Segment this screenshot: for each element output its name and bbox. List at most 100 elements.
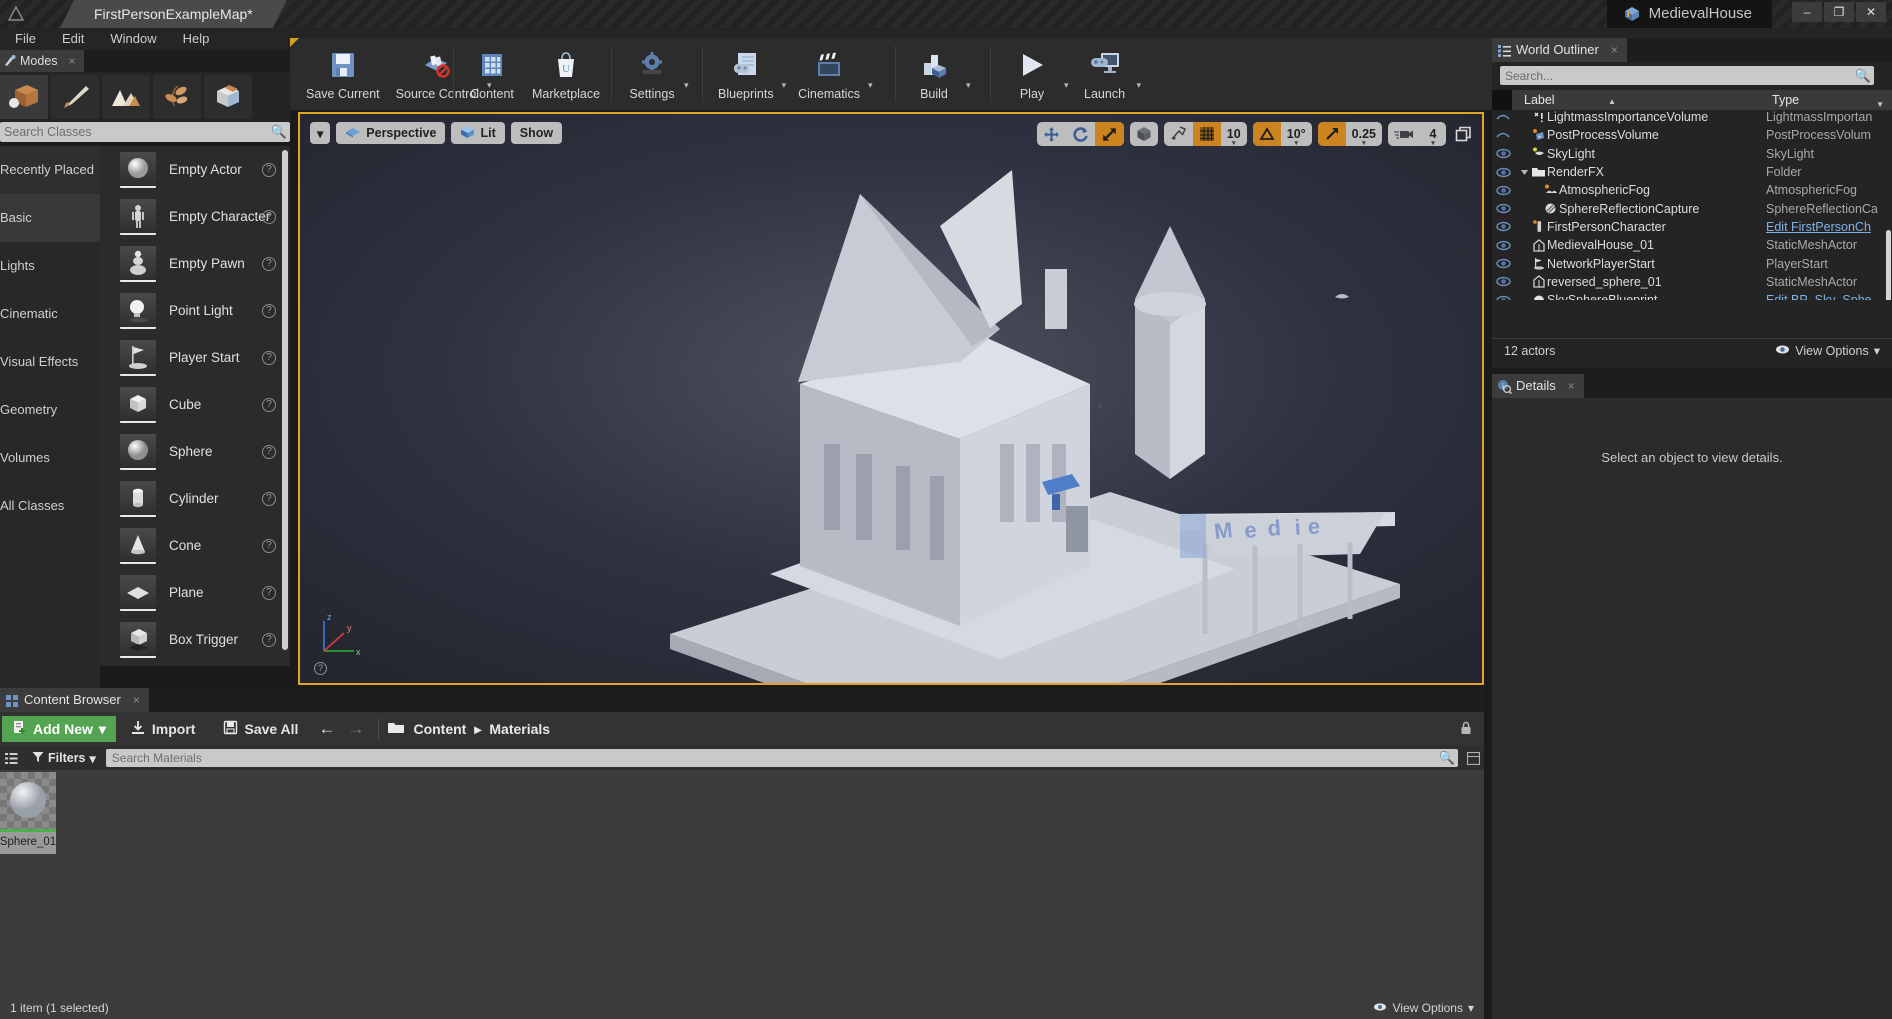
rotate-mode-button[interactable] [1066,122,1095,146]
outliner-scrollbar[interactable] [1886,230,1891,300]
search-classes-input[interactable] [0,125,268,139]
outliner-row-type-link[interactable]: Edit FirstPersonCh [1766,220,1892,234]
outliner-search-input[interactable] [1500,68,1852,83]
table-row[interactable]: SkyLight SkyLight [1492,145,1892,163]
visibility-toggle-icon[interactable] [1492,276,1514,287]
project-tab[interactable]: MedievalHouse [1606,0,1772,28]
visibility-toggle-icon[interactable] [1492,295,1514,300]
viewport-options-button[interactable]: ▾ [310,122,331,144]
category-cinematic[interactable]: Cinematic [0,290,100,338]
menu-help[interactable]: Help [170,28,223,50]
help-icon[interactable]: ? [262,632,276,647]
visibility-toggle-icon[interactable] [1492,167,1514,178]
visibility-toggle-icon[interactable] [1492,203,1514,214]
list-item[interactable]: Cone ? [100,522,290,569]
list-item[interactable]: Empty Pawn ? [100,240,290,287]
help-icon[interactable]: ? [262,585,276,600]
category-recently-placed[interactable]: Recently Placed [0,146,100,194]
content-browser-search-input[interactable] [105,751,1436,765]
menu-edit[interactable]: Edit [49,28,97,50]
tab-content-browser-close-icon[interactable]: × [133,688,140,712]
rotation-snap-value[interactable]: 10° ▾ [1281,122,1312,146]
help-icon[interactable]: ? [262,444,276,459]
visibility-toggle-icon[interactable] [1492,131,1514,140]
launch-button[interactable]: Launch [1073,42,1137,106]
list-item[interactable]: Empty Character ? [100,193,290,240]
settings-button[interactable]: Settings [620,42,684,106]
list-item[interactable]: Cube ? [100,381,290,428]
close-button[interactable]: ✕ [1856,2,1886,22]
help-icon[interactable]: ? [262,162,276,177]
breadcrumb-item-content[interactable]: Content [413,721,466,737]
settings-dropdown-icon[interactable]: ▾ [684,80,689,91]
help-icon[interactable]: ? [262,538,276,553]
scale-snap-toggle[interactable] [1317,122,1346,146]
visibility-toggle-icon[interactable] [1492,258,1514,269]
world-coordinate-button[interactable] [1130,122,1158,146]
play-dropdown-icon[interactable]: ▾ [1064,80,1069,91]
back-button[interactable]: ← [312,719,341,739]
help-icon[interactable]: ? [262,350,276,365]
tab-modes-close-icon[interactable]: × [69,50,76,72]
viewport-help-icon[interactable]: ? [314,662,327,675]
content-browser-view-options-button[interactable]: View Options ▾ [1373,1001,1474,1015]
sources-panel-toggle-icon[interactable] [0,752,22,765]
menu-window[interactable]: Window [97,28,169,50]
translate-mode-button[interactable] [1037,122,1066,146]
category-geometry[interactable]: Geometry [0,386,100,434]
content-browser-search-box[interactable]: 🔍 [105,749,1458,767]
mode-landscape-button[interactable] [102,75,150,119]
content-button[interactable]: Content [460,42,524,106]
help-icon[interactable]: ? [262,209,276,224]
help-icon[interactable]: ? [262,303,276,318]
filters-button[interactable]: Filters ▾ [22,751,106,766]
minimize-button[interactable]: – [1792,2,1822,22]
table-row[interactable]: NetworkPlayerStart PlayerStart [1492,254,1892,272]
outliner-row-list[interactable]: LightmassImportanceVolume LightmassImpor… [1492,108,1892,300]
list-item[interactable]: Player Start ? [100,334,290,381]
category-all-classes[interactable]: All Classes [0,482,100,530]
tab-details-close-icon[interactable]: × [1568,374,1575,398]
category-volumes[interactable]: Volumes [0,434,100,482]
list-item[interactable]: Cylinder ? [100,475,290,522]
mode-foliage-button[interactable] [153,75,201,119]
launch-dropdown-icon[interactable]: ▾ [1137,80,1142,91]
blueprints-button[interactable]: Blueprints [710,42,782,106]
asset-view-options-icon[interactable] [1462,751,1484,765]
tab-modes[interactable]: Modes × [0,50,84,72]
build-button[interactable]: Build [902,42,966,106]
mode-geometry-button[interactable] [204,75,252,119]
list-item[interactable]: Plane ? [100,569,290,616]
category-lights[interactable]: Lights [0,242,100,290]
tab-content-browser[interactable]: Content Browser × [0,688,149,712]
lock-content-browser-icon[interactable] [1458,720,1474,739]
visibility-toggle-icon[interactable] [1492,148,1514,159]
help-icon[interactable]: ? [262,491,276,506]
category-visual-effects[interactable]: Visual Effects [0,338,100,386]
table-row[interactable]: FirstPersonCharacter Edit FirstPersonCh [1492,218,1892,236]
maximize-button[interactable]: ❐ [1824,2,1854,22]
table-row[interactable]: SkySphereBlueprint Edit BP_Sky_Sphe [1492,291,1892,300]
table-row[interactable]: AtmosphericFog AtmosphericFog [1492,181,1892,199]
marketplace-button[interactable]: U Marketplace [524,42,608,106]
mode-paint-button[interactable] [51,75,99,119]
surface-snap-button[interactable] [1164,122,1193,146]
viewport-perspective-button[interactable]: Perspective [336,122,446,144]
outliner-type-column-header[interactable]: Type ▼ [1766,90,1892,110]
tab-world-outliner-close-icon[interactable]: × [1611,38,1618,62]
table-row[interactable]: MedievalHouse_01 StaticMeshActor [1492,236,1892,254]
level-viewport[interactable]: M e d i e ▾ Perspective Lit Show 10 ▾ 10… [298,112,1484,685]
placement-item-list[interactable]: Empty Actor ? Empty Character ? Empty Pa… [100,146,290,666]
import-button[interactable]: Import [116,720,210,739]
list-item[interactable]: Empty Actor ? [100,146,290,193]
tab-details[interactable]: i Details × [1492,374,1584,398]
table-row[interactable]: SphereReflectionCapture SphereReflection… [1492,199,1892,217]
list-item[interactable]: Point Light ? [100,287,290,334]
expander-icon[interactable] [1518,168,1530,177]
visibility-toggle-icon[interactable] [1492,113,1514,122]
build-dropdown-icon[interactable]: ▾ [966,80,971,91]
cinematics-button[interactable]: Cinematics [790,42,868,106]
list-item[interactable]: Sphere ? [100,428,290,475]
viewport-lit-button[interactable]: Lit [451,122,505,144]
play-button[interactable]: Play [1000,42,1064,106]
